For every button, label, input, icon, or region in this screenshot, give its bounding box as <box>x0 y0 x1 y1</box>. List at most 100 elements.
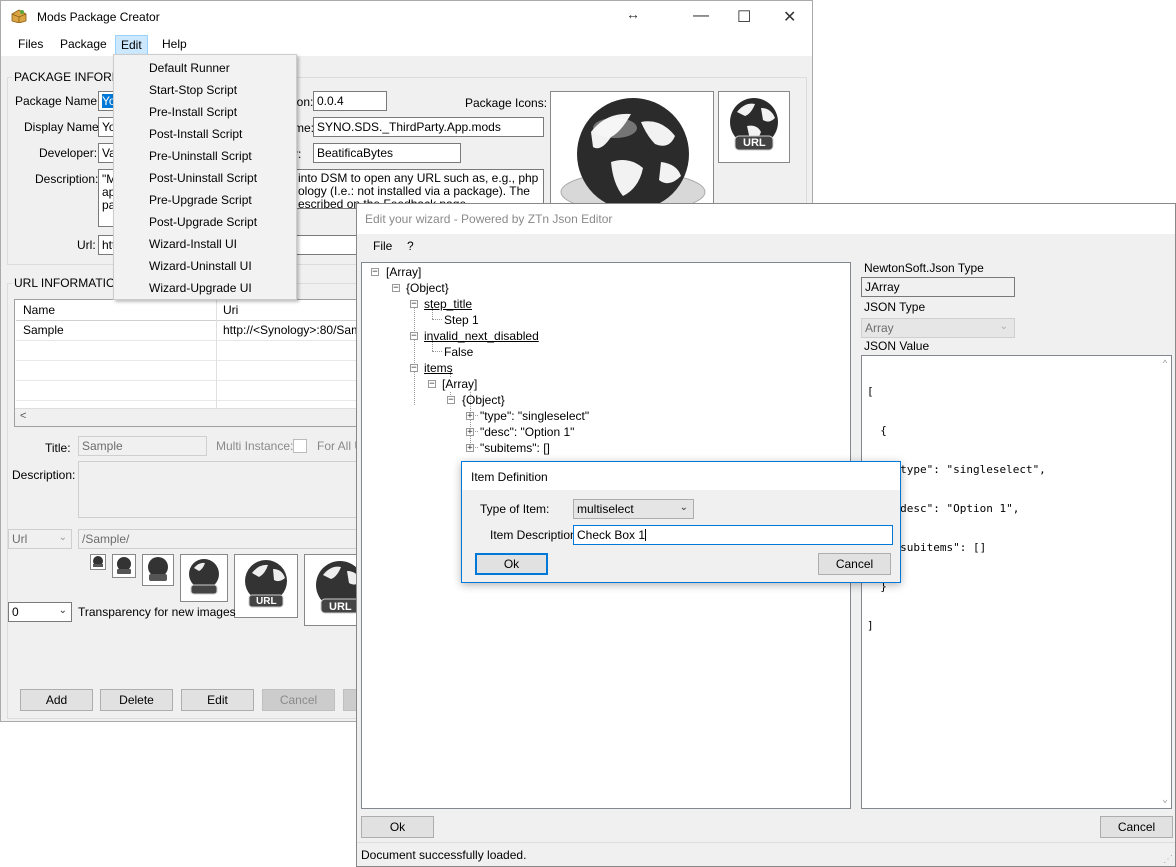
tree-node-type[interactable]: "type": "singleselect" <box>480 409 589 423</box>
editor-ok-button[interactable]: Ok <box>361 816 434 838</box>
add-button[interactable]: Add <box>20 689 93 711</box>
maximize-icon[interactable]: ☐ <box>737 7 751 27</box>
collapse-icon[interactable]: − <box>428 380 436 389</box>
json-type-select[interactable]: Array ⌄ <box>861 318 1015 338</box>
image-thumb-24[interactable] <box>112 554 136 578</box>
menu-item-start-stop[interactable]: Start-Stop Script <box>149 83 237 97</box>
tree-node-invalid-value[interactable]: False <box>444 345 473 359</box>
expand-icon[interactable]: + <box>466 412 474 421</box>
collapse-icon[interactable]: − <box>410 300 418 309</box>
form-description-label: Description: <box>12 468 76 482</box>
form-description-field[interactable] <box>78 461 362 518</box>
tree-guide <box>432 319 442 320</box>
scroll-up-icon[interactable]: ⌃ <box>1162 358 1168 371</box>
minimize-icon[interactable]: — <box>693 7 709 25</box>
newtonsoft-type-field[interactable]: JArray <box>861 277 1015 297</box>
expand-icon[interactable]: + <box>466 428 474 437</box>
tree-node-subitems[interactable]: "subitems": [] <box>480 441 550 455</box>
path-field[interactable]: /Sample/ <box>78 529 362 549</box>
menu-files[interactable]: Files <box>15 37 46 51</box>
menu-item-wizard-uninstall[interactable]: Wizard-Uninstall UI <box>149 259 252 273</box>
menu-question[interactable]: ? <box>407 239 414 253</box>
collapse-icon[interactable]: − <box>410 364 418 373</box>
menu-item-post-upgrade[interactable]: Post-Upgrade Script <box>149 215 257 229</box>
item-description-input[interactable]: Check Box 1 <box>573 525 893 545</box>
globe-icon <box>117 557 131 574</box>
dialog-titlebar[interactable]: Item Definition <box>462 462 900 490</box>
menu-package[interactable]: Package <box>57 37 110 51</box>
transparency-select[interactable]: 0 ⌄ <box>8 602 72 622</box>
menu-item-pre-install[interactable]: Pre-Install Script <box>149 105 237 119</box>
chevron-down-icon: ⌄ <box>58 605 67 616</box>
expand-icon[interactable]: + <box>466 444 474 453</box>
json-type-label: JSON Type <box>864 300 926 314</box>
collapse-icon[interactable]: − <box>392 284 400 293</box>
type-select-value: Url <box>12 532 28 546</box>
menu-item-post-install[interactable]: Post-Install Script <box>149 127 242 141</box>
developer-label: Developer: <box>39 146 98 160</box>
grid-cell-uri: http://<Synology>:80/Sampl <box>223 323 371 337</box>
scroll-left-icon[interactable]: < <box>20 410 26 422</box>
menu-item-pre-uninstall[interactable]: Pre-Uninstall Script <box>149 149 252 163</box>
json-value-editor[interactable]: [ { "type": "singleselect", "desc": "Opt… <box>861 355 1172 809</box>
type-select[interactable]: Url ⌄ <box>8 529 72 549</box>
resize-grip-icon[interactable]: ⋰ <box>1163 854 1173 865</box>
menu-item-wizard-upgrade[interactable]: Wizard-Upgrade UI <box>149 281 252 295</box>
tree-node-step-value[interactable]: Step 1 <box>444 313 479 327</box>
image-thumb-72[interactable]: URL <box>304 554 362 626</box>
url-grid[interactable]: Name Uri Sample http://<Synology>:80/Sam… <box>14 299 370 427</box>
collapse-icon[interactable]: − <box>447 396 455 405</box>
tree-node-object[interactable]: {Object} <box>406 281 449 295</box>
collapse-icon[interactable]: − <box>371 268 379 277</box>
tree-node-desc[interactable]: "desc": "Option 1" <box>480 425 574 439</box>
globe-icon <box>148 557 168 581</box>
package-icon-large[interactable] <box>550 91 714 209</box>
image-thumb-32[interactable] <box>142 554 174 586</box>
menu-help[interactable]: Help <box>159 37 190 51</box>
tree-node-items[interactable]: items <box>424 361 453 375</box>
tree-node-step-title[interactable]: step_title <box>424 297 472 311</box>
package-name-label: Package Name: <box>15 94 101 108</box>
globe-icon <box>189 559 219 595</box>
menu-item-wizard-install[interactable]: Wizard-Install UI <box>149 237 237 251</box>
tree-node-items-object[interactable]: {Object} <box>462 393 505 407</box>
package-icons-label: Package Icons: <box>465 96 548 110</box>
multi-instance-checkbox[interactable] <box>293 439 307 453</box>
image-thumb-64[interactable]: URL <box>234 554 298 618</box>
menu-item-post-uninstall[interactable]: Post-Uninstall Script <box>149 171 257 185</box>
menu-item-pre-upgrade[interactable]: Pre-Upgrade Script <box>149 193 252 207</box>
tree-node-invalid-next[interactable]: invalid_next_disabled <box>424 329 539 343</box>
menu-edit[interactable]: Edit <box>115 35 148 55</box>
type-of-item-select[interactable]: multiselect ⌄ <box>573 499 694 519</box>
json-type-value: Array <box>865 321 894 335</box>
tree-node-items-array[interactable]: [Array] <box>442 377 478 391</box>
edit-button[interactable]: Edit <box>181 689 254 711</box>
image-thumb-48[interactable] <box>180 554 228 602</box>
table-row[interactable]: Sample http://<Synology>:80/Sampl <box>16 320 370 341</box>
author-field[interactable]: BeatificaBytes <box>313 143 461 163</box>
version-field[interactable]: 0.0.4 <box>313 91 387 111</box>
globe-icon <box>316 561 362 614</box>
editor-cancel-button[interactable]: Cancel <box>1100 816 1173 838</box>
main-titlebar[interactable]: Mods Package Creator ↔ — ☐ ✕ <box>1 1 812 33</box>
dialog-cancel-button[interactable]: Cancel <box>818 553 891 575</box>
json-editor-titlebar[interactable]: Edit your wizard - Powered by ZTn Json E… <box>357 204 1175 234</box>
dialog-ok-button[interactable]: Ok <box>475 553 548 575</box>
menu-file[interactable]: File <box>373 239 392 253</box>
multi-instance-label: Multi Instance: <box>216 439 294 453</box>
grid-header-uri[interactable]: Uri <box>223 303 238 317</box>
delete-button[interactable]: Delete <box>100 689 173 711</box>
grid-header-name[interactable]: Name <box>23 303 55 317</box>
title-field[interactable]: Sample <box>78 436 207 456</box>
tree-node-root-array[interactable]: [Array] <box>386 265 421 279</box>
package-icon-small[interactable]: URL <box>718 91 790 163</box>
cancel-button[interactable]: Cancel <box>262 689 335 711</box>
table-row <box>16 380 358 401</box>
package-id-field[interactable]: SYNO.SDS._ThirdParty.App.mods <box>313 117 544 137</box>
menu-item-default-runner[interactable]: Default Runner <box>149 61 230 75</box>
collapse-icon[interactable]: − <box>410 332 418 341</box>
horizontal-scrollbar[interactable]: < <box>15 408 360 426</box>
scroll-down-icon[interactable]: ⌄ <box>1162 793 1168 806</box>
close-icon[interactable]: ✕ <box>783 7 796 27</box>
image-thumb-16[interactable] <box>90 554 106 570</box>
